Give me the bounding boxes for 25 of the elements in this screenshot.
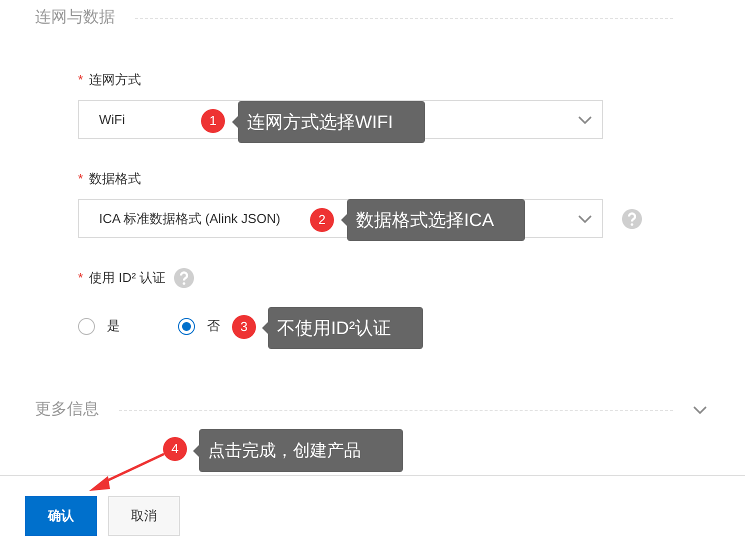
required-mark: *: [78, 269, 84, 288]
help-icon[interactable]: [174, 268, 194, 288]
step-badge: 2: [310, 208, 334, 232]
field-label: 使用 ID² 认证: [89, 269, 166, 288]
callout-tooltip: 不使用ID²认证: [262, 307, 423, 349]
chevron-down-icon: [578, 214, 592, 222]
section-title: 连网与数据: [35, 8, 115, 28]
field-label: 数据格式: [89, 170, 142, 188]
required-mark: *: [78, 71, 84, 90]
step-badge: 1: [201, 109, 225, 133]
section-title: 更多信息: [35, 400, 99, 420]
radio-option[interactable]: 否: [178, 316, 220, 336]
step-badge: 3: [232, 315, 256, 339]
callout-tooltip: 连网方式选择WIFI: [232, 101, 425, 143]
chevron-down-icon[interactable]: [693, 406, 707, 414]
field-label: 连网方式: [89, 71, 142, 90]
radio-option[interactable]: 是: [78, 316, 120, 336]
chevron-down-icon: [578, 116, 592, 124]
callout-tooltip: 点击完成，创建产品: [193, 429, 403, 472]
help-icon[interactable]: [622, 208, 642, 228]
step-badge: 4: [163, 437, 187, 461]
required-mark: *: [78, 170, 84, 188]
confirm-button[interactable]: 确认: [25, 496, 97, 536]
callout-tooltip: 数据格式选择ICA: [341, 199, 525, 241]
cancel-button[interactable]: 取消: [108, 496, 180, 536]
